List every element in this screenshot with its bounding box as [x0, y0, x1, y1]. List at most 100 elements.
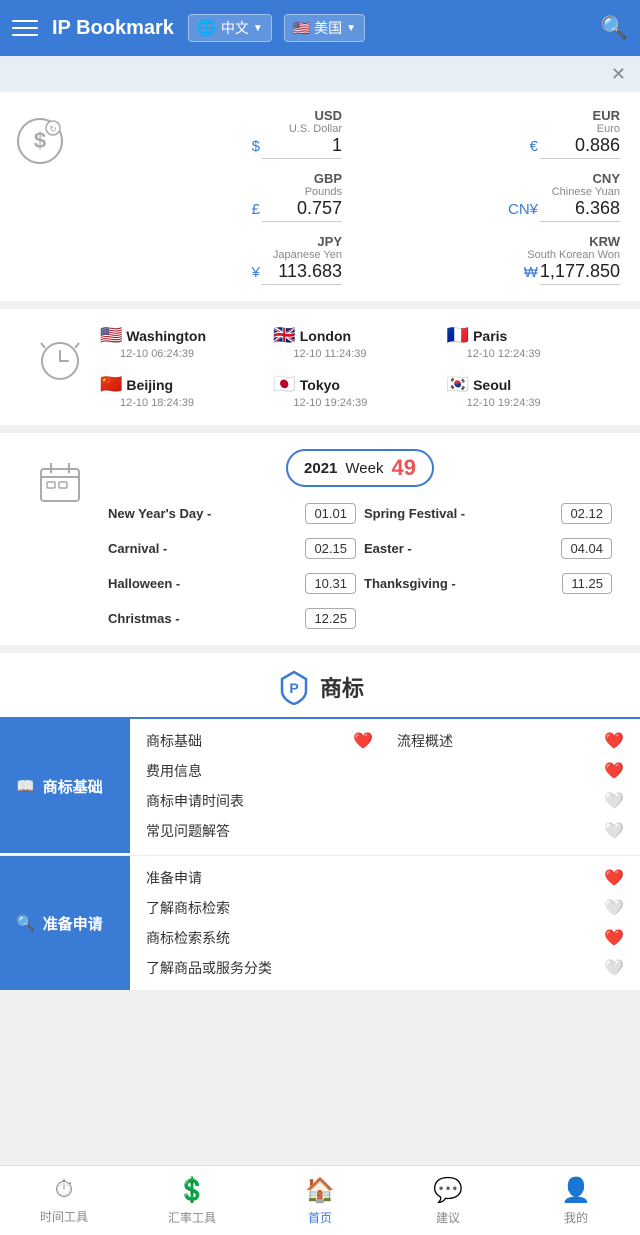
calendar-year: 2021 [304, 460, 337, 477]
halloween-date: 10.31 [305, 573, 356, 594]
usd-name: U.S. Dollar [289, 123, 342, 135]
eur-value[interactable]: 0.886 [540, 135, 620, 159]
nav-home[interactable]: 🏠 首页 [256, 1166, 384, 1235]
category-apply-items: 准备申请 ❤️ 了解商标检索 🤍 商标检索系统 ❤️ 了解商品或服务分类 🤍 [130, 856, 640, 990]
region-arrow-icon: ▼ [346, 23, 356, 34]
heart-empty-icon[interactable]: 🤍 [604, 821, 624, 841]
carnival-date: 02.15 [305, 538, 356, 559]
heart-filled-icon[interactable]: ❤️ [604, 731, 624, 751]
currency-tools-icon: 💲 [177, 1176, 207, 1205]
krw-value[interactable]: 1,177.850 [540, 261, 620, 285]
menu-button[interactable] [12, 12, 44, 44]
holiday-easter: Easter - 04.04 [364, 538, 612, 559]
christmas-date: 12.25 [305, 608, 356, 629]
clock-london: 🇬🇧London 12-10 11:24:39 [273, 325, 446, 360]
time-tools-label: 时间工具 [40, 1208, 88, 1225]
nav-time-tools[interactable]: ⏱ 时间工具 [0, 1166, 128, 1235]
heart-empty-icon[interactable]: 🤍 [604, 791, 624, 811]
item-fee-info[interactable]: 费用信息 [146, 761, 596, 781]
nav-currency-tools[interactable]: 💲 汇率工具 [128, 1166, 256, 1235]
region-label: 美国 [314, 18, 342, 38]
krw-name: South Korean Won [527, 249, 620, 261]
nav-suggestions[interactable]: 💬 建议 [384, 1166, 512, 1235]
jpy-value[interactable]: 113.683 [262, 261, 342, 285]
category-basics-label[interactable]: 📖 商标基础 [0, 719, 130, 853]
usd-symbol: $ [252, 138, 260, 155]
london-time: 12-10 11:24:39 [293, 348, 366, 360]
cny-value[interactable]: 6.368 [540, 198, 620, 222]
week-box: 2021 Week 49 [286, 449, 434, 487]
heart-filled-icon[interactable]: ❤️ [604, 928, 624, 948]
eur-symbol: € [530, 138, 538, 155]
jpy-symbol: ¥ [252, 264, 260, 281]
trademark-title: 商标 [320, 671, 364, 703]
gbp-value[interactable]: 0.757 [262, 198, 342, 222]
book-icon: 📖 [16, 777, 35, 795]
paris-flag-icon: 🇫🇷 [447, 325, 469, 346]
clock-seoul: 🇰🇷Seoul 12-10 19:24:39 [447, 374, 620, 409]
item-application-timeline[interactable]: 商标申请时间表 [146, 791, 596, 811]
region-selector[interactable]: 🇺🇸 美国 ▼ [284, 14, 365, 42]
list-item: 了解商品或服务分类 🤍 [146, 958, 624, 978]
heart-empty-icon[interactable]: 🤍 [604, 898, 624, 918]
holiday-grid: New Year's Day - 01.01 Spring Festival -… [100, 503, 620, 629]
item-prepare-apply[interactable]: 准备申请 [146, 868, 596, 888]
spring-date: 02.12 [561, 503, 612, 524]
dollar-circle-icon: $ ↻ [15, 116, 65, 166]
halloween-label: Halloween - [108, 576, 180, 591]
heart-filled-icon[interactable]: ❤️ [604, 868, 624, 888]
clock-paris: 🇫🇷Paris 12-10 12:24:39 [447, 325, 620, 360]
item-process-overview[interactable]: 流程概述 [381, 731, 596, 751]
list-item: 了解商标检索 🤍 [146, 898, 624, 918]
easter-label: Easter - [364, 541, 412, 556]
paris-city: Paris [473, 328, 507, 344]
item-learn-search[interactable]: 了解商标检索 [146, 898, 596, 918]
heart-filled-icon[interactable]: ❤️ [353, 731, 373, 751]
eur-code: EUR [593, 108, 620, 123]
nav-profile[interactable]: 👤 我的 [512, 1166, 640, 1235]
currency-usd: USD U.S. Dollar $ 1 [80, 108, 342, 159]
seoul-time: 12-10 19:24:39 [467, 397, 541, 409]
cny-symbol: CN¥ [508, 201, 538, 218]
tokyo-flag-icon: 🇯🇵 [273, 374, 295, 395]
list-item: 商标申请时间表 🤍 [146, 791, 624, 811]
carnival-label: Carnival - [108, 541, 167, 556]
profile-label: 我的 [564, 1209, 588, 1226]
language-selector[interactable]: 🌐 中文 ▼ [188, 14, 272, 42]
currency-cny: CNY Chinese Yuan CN¥ 6.368 [358, 171, 620, 222]
london-city: London [300, 328, 351, 344]
heart-empty-icon[interactable]: 🤍 [604, 958, 624, 978]
category-basics-items: 商标基础 ❤️ 流程概述 ❤️ 费用信息 ❤️ 商标申请时间表 🤍 常见问题解答… [130, 719, 640, 853]
currency-jpy: JPY Japanese Yen ¥ 113.683 [80, 234, 342, 285]
trademark-logo-icon: P [276, 669, 312, 705]
list-item: 准备申请 ❤️ [146, 868, 624, 888]
holiday-carnival: Carnival - 02.15 [108, 538, 356, 559]
trademark-section: P 商标 📖 商标基础 商标基础 ❤️ 流程概述 ❤️ 费用信息 ❤️ 商标申请… [0, 653, 640, 990]
calendar-content: 2021 Week 49 New Year's Day - 01.01 Spri… [100, 449, 620, 629]
usd-value[interactable]: 1 [262, 135, 342, 159]
jpy-code: JPY [317, 234, 342, 249]
currency-tools-label: 汇率工具 [168, 1209, 216, 1226]
item-faq[interactable]: 常见问题解答 [146, 821, 596, 841]
item-search-system[interactable]: 商标检索系统 [146, 928, 596, 948]
calendar-section: 2021 Week 49 New Year's Day - 01.01 Spri… [0, 433, 640, 645]
item-goods-classification[interactable]: 了解商品或服务分类 [146, 958, 596, 978]
item-trademark-basics[interactable]: 商标基础 [146, 731, 345, 751]
list-item: 商标检索系统 ❤️ [146, 928, 624, 948]
cny-code: CNY [593, 171, 620, 186]
clock-tokyo: 🇯🇵Tokyo 12-10 19:24:39 [273, 374, 446, 409]
search-close-icon[interactable]: ✕ [611, 64, 626, 85]
paris-time: 12-10 12:24:39 [467, 348, 541, 360]
time-tools-icon: ⏱ [55, 1176, 74, 1204]
newyear-label: New Year's Day - [108, 506, 211, 521]
currency-gbp: GBP Pounds £ 0.757 [80, 171, 342, 222]
christmas-label: Christmas - [108, 611, 180, 626]
clock-washington: 🇺🇸Washington 12-10 06:24:39 [100, 325, 273, 360]
svg-text:$: $ [34, 128, 46, 153]
trademark-header: P 商标 [0, 653, 640, 717]
heart-filled-icon[interactable]: ❤️ [604, 761, 624, 781]
category-apply-label[interactable]: 🔍 准备申请 [0, 856, 130, 990]
search-button[interactable]: 🔍 [601, 15, 628, 41]
krw-symbol: ₩ [524, 264, 538, 281]
holiday-halloween: Halloween - 10.31 [108, 573, 356, 594]
